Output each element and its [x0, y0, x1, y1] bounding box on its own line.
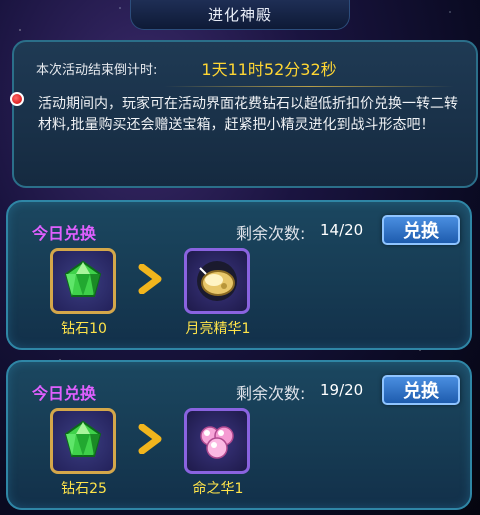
- green-diamond-icon: [64, 420, 102, 457]
- cost-item-name: 钻石10: [61, 321, 107, 337]
- remaining-label: 剩余次数:: [236, 224, 306, 243]
- today-exchange-label: 今日兑换: [32, 384, 97, 403]
- remaining-count: 14/20: [320, 221, 364, 239]
- moon-essence-icon: [197, 261, 237, 301]
- exchange-arrow-icon: [136, 423, 164, 458]
- reward-item-name: 命之华1: [192, 481, 244, 497]
- event-info-panel: 本次活动结束倒计时: 1天11时52分32秒 活动期间内，玩家可在活动界面花费钻…: [10, 40, 478, 188]
- countdown-underline: [164, 86, 454, 87]
- cost-item-slot[interactable]: [50, 408, 116, 474]
- exchange-card-1: 今日兑换 剩余次数: 14/20 兑换 钻石10 月亮精华1: [6, 200, 472, 350]
- reward-item-name: 月亮精华1: [185, 321, 251, 337]
- remaining-count: 19/20: [320, 381, 364, 399]
- notification-dot-icon: [10, 92, 24, 106]
- green-diamond-icon: [64, 260, 102, 297]
- reward-item-slot[interactable]: [184, 248, 250, 314]
- exchange-button-1[interactable]: 兑换: [382, 215, 460, 245]
- remaining-label: 剩余次数:: [236, 384, 306, 403]
- life-essence-icon: [200, 426, 234, 459]
- today-exchange-label: 今日兑换: [32, 224, 97, 243]
- exchange-button-2[interactable]: 兑换: [382, 375, 460, 405]
- countdown-label: 本次活动结束倒计时:: [36, 62, 158, 78]
- cost-item-name: 钻石25: [61, 481, 107, 497]
- reward-item-slot[interactable]: [184, 408, 250, 474]
- exchange-card-2: 今日兑换 剩余次数: 19/20 兑换 钻石25 命之华1: [6, 360, 472, 510]
- exchange-arrow-icon: [136, 263, 164, 298]
- cost-item-slot[interactable]: [50, 248, 116, 314]
- countdown-row: 本次活动结束倒计时: 1天11时52分32秒: [36, 56, 476, 80]
- page-title-text: 进化神殿: [207, 6, 272, 24]
- event-description: 活动期间内，玩家可在活动界面花费钻石以超低折扣价兑换一转二转材料,批量购买还会赠…: [38, 96, 458, 133]
- countdown-value: 1天11时52分32秒: [201, 60, 337, 79]
- page-title: 进化神殿: [130, 0, 350, 30]
